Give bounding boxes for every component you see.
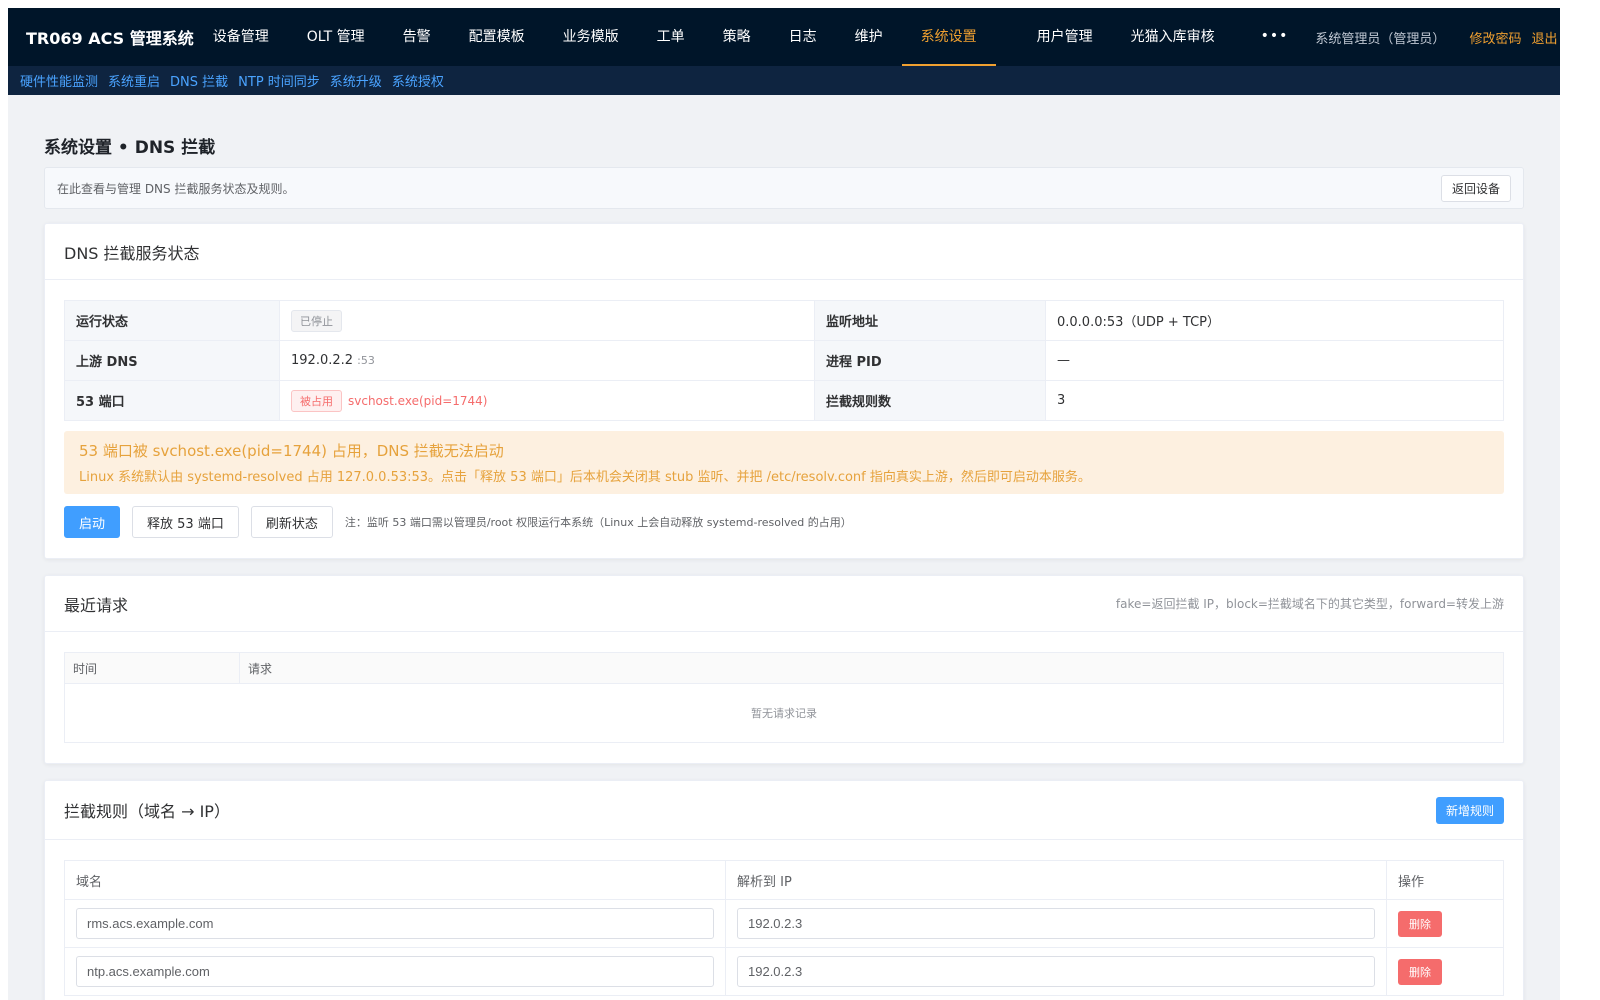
current-user: 系统管理员（管理员） (1315, 31, 1446, 47)
listen-address-label: 监听地址 (814, 300, 1046, 341)
subnav-system-upgrade[interactable]: 系统升级 (330, 71, 382, 90)
nav-config-templates[interactable]: 配置模板 (450, 8, 544, 66)
permission-note: 注：监听 53 端口需以管理员/root 权限运行本系统（Linux 上会自动释… (344, 516, 852, 529)
rules-table: 域名 解析到 IP 操作 删除 删除 (64, 860, 1504, 996)
recent-requests-card: 最近请求 fake=返回拦截 IP，block=拦截域名下的其它类型，forwa… (44, 575, 1524, 764)
table-row: 暂无请求记录 (64, 683, 1504, 743)
release-port-button[interactable]: 释放 53 端口 (132, 506, 239, 538)
status-table: 运行状态 已停止 监听地址 0.0.0.0:53（UDP + TCP） 上游 D… (64, 300, 1504, 421)
intro-bar: 在此查看与管理 DNS 拦截服务状态及规则。 返回设备 (44, 167, 1524, 209)
requests-table: 时间 请求 暂无请求记录 (64, 652, 1504, 743)
upstream-dns-label: 上游 DNS (64, 340, 280, 381)
rule-count-label: 拦截规则数 (814, 380, 1046, 421)
delete-rule-button[interactable]: 删除 (1398, 910, 1442, 937)
empty-state: 暂无请求记录 (64, 683, 1504, 743)
user-area: 系统管理员（管理员） 修改密码 退出 (1315, 8, 1560, 66)
nav-maintenance[interactable]: 维护 (836, 8, 902, 66)
nav-user-management[interactable]: 用户管理 (1018, 8, 1112, 66)
requests-legend: fake=返回拦截 IP，block=拦截域名下的其它类型，forward=转发… (1115, 597, 1504, 611)
subnav-system-restart[interactable]: 系统重启 (108, 71, 160, 90)
more-menu-icon[interactable]: ••• (1234, 8, 1316, 66)
alert-title: 53 端口被 svchost.exe(pid=1744) 占用，DNS 拦截无法… (79, 442, 504, 460)
app-frame: TR069 ACS 管理系统 设备管理 OLT 管理 告警 配置模板 业务模版 … (8, 8, 1560, 1000)
process-pid-value: — (1045, 340, 1504, 381)
status-card-title: DNS 拦截服务状态 (45, 224, 1523, 280)
rules-card-title: 拦截规则（域名 → IP） (64, 802, 230, 821)
add-rule-button[interactable]: 新增规则 (1435, 796, 1504, 824)
nav-service-templates[interactable]: 业务模版 (544, 8, 638, 66)
table-header-row: 域名 解析到 IP 操作 (64, 860, 1504, 900)
nav-policies[interactable]: 策略 (704, 8, 770, 66)
subnav-ntp-sync[interactable]: NTP 时间同步 (238, 71, 320, 90)
domain-input[interactable] (76, 956, 714, 987)
nav-alarms[interactable]: 告警 (384, 8, 450, 66)
port-53-label: 53 端口 (64, 380, 280, 421)
upstream-dns-value: 192.0.2.2 (291, 353, 354, 368)
column-request: 请求 (239, 652, 1504, 684)
table-row: 53 端口 被占用 svchost.exe(pid=1744) 拦截规则数 3 (64, 380, 1504, 421)
table-row: 删除 (64, 899, 1504, 948)
main-content: 系统设置 • DNS 拦截 在此查看与管理 DNS 拦截服务状态及规则。 返回设… (8, 133, 1560, 1000)
app-title: TR069 ACS 管理系统 (26, 29, 194, 48)
table-row: 运行状态 已停止 监听地址 0.0.0.0:53（UDP + TCP） (64, 300, 1504, 341)
intro-text: 在此查看与管理 DNS 拦截服务状态及规则。 (57, 181, 295, 196)
port-occupied-badge: 被占用 (291, 389, 342, 412)
requests-card-header: 最近请求 fake=返回拦截 IP，block=拦截域名下的其它类型，forwa… (45, 576, 1523, 632)
subnav-dns-intercept[interactable]: DNS 拦截 (170, 71, 228, 90)
requests-card-title: 最近请求 (64, 595, 129, 615)
nav-system-settings[interactable]: 系统设置 (901, 8, 996, 66)
alert-description: Linux 系统默认由 systemd-resolved 占用 127.0.0.… (79, 470, 1091, 485)
process-pid-label: 进程 PID (814, 340, 1046, 381)
listen-address-value: 0.0.0.0:53（UDP + TCP） (1045, 300, 1504, 341)
page-title: 系统设置 • DNS 拦截 (44, 138, 216, 158)
port-conflict-alert: 53 端口被 svchost.exe(pid=1744) 占用，DNS 拦截无法… (64, 431, 1504, 494)
nav-logs[interactable]: 日志 (770, 8, 836, 66)
back-to-device-button[interactable]: 返回设备 (1440, 174, 1511, 202)
column-domain: 域名 (64, 860, 726, 900)
logout-link[interactable]: 退出 (1531, 28, 1557, 47)
upstream-dns-port: :53 (357, 354, 375, 367)
nav-work-orders[interactable]: 工单 (638, 8, 704, 66)
column-time: 时间 (64, 652, 240, 684)
nav-olt-management[interactable]: OLT 管理 (288, 8, 384, 66)
sub-navbar: 硬件性能监测 系统重启 DNS 拦截 NTP 时间同步 系统升级 系统授权 (8, 66, 1560, 95)
domain-input[interactable] (76, 908, 714, 939)
run-status-label: 运行状态 (64, 300, 280, 341)
rule-count-value: 3 (1045, 380, 1504, 421)
port-occupying-process: svchost.exe(pid=1744) (348, 393, 488, 408)
table-row: 删除 (64, 947, 1504, 996)
table-row: 上游 DNS 192.0.2.2 :53 进程 PID — (64, 340, 1504, 381)
start-button[interactable]: 启动 (64, 506, 121, 538)
top-navbar: TR069 ACS 管理系统 设备管理 OLT 管理 告警 配置模板 业务模版 … (8, 8, 1560, 66)
table-header-row: 时间 请求 (64, 652, 1504, 684)
dns-status-card: DNS 拦截服务状态 运行状态 已停止 监听地址 0.0.0.0:53（UDP … (44, 223, 1524, 559)
nav-device-management[interactable]: 设备管理 (194, 8, 288, 66)
nav-ont-storage-review[interactable]: 光猫入库审核 (1112, 8, 1234, 66)
status-actions: 启动 释放 53 端口 刷新状态 注：监听 53 端口需以管理员/root 权限… (64, 506, 1504, 538)
intercept-rules-card: 拦截规则（域名 → IP） 新增规则 域名 解析到 IP 操作 删除 (44, 780, 1524, 1000)
subnav-hardware-monitor[interactable]: 硬件性能监测 (20, 71, 98, 90)
main-nav: 设备管理 OLT 管理 告警 配置模板 业务模版 工单 策略 日志 维护 系统设… (194, 8, 1316, 66)
subnav-system-license[interactable]: 系统授权 (392, 71, 444, 90)
column-actions: 操作 (1386, 860, 1504, 900)
refresh-status-button[interactable]: 刷新状态 (250, 506, 333, 538)
ip-input[interactable] (737, 908, 1375, 939)
delete-rule-button[interactable]: 删除 (1398, 958, 1442, 985)
status-badge: 已停止 (291, 309, 342, 332)
change-password-link[interactable]: 修改密码 (1469, 28, 1521, 47)
column-ip: 解析到 IP (725, 860, 1387, 900)
ip-input[interactable] (737, 956, 1375, 987)
rules-card-header: 拦截规则（域名 → IP） 新增规则 (45, 781, 1523, 840)
